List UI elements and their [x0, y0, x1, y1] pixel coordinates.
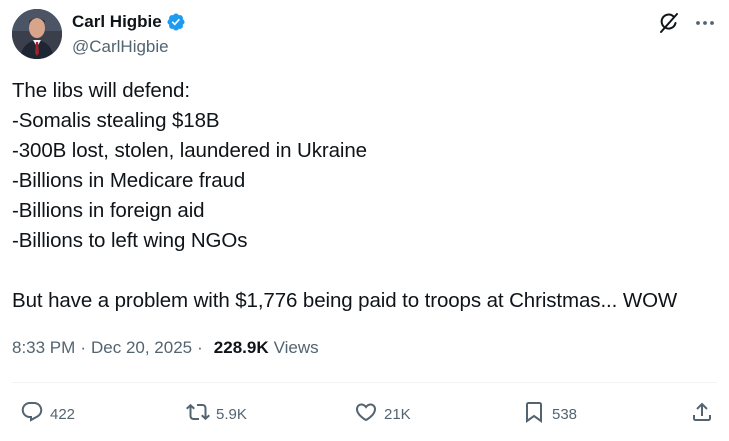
- tweet-line: But have a problem with $1,776 being pai…: [12, 289, 678, 312]
- author-handle[interactable]: @CarlHigbie: [72, 37, 186, 57]
- repost-icon: [186, 400, 210, 429]
- tweet-line: The libs will defend:: [12, 79, 190, 102]
- tweet-date[interactable]: Dec 20, 2025: [91, 338, 192, 358]
- reply-count: 422: [50, 405, 76, 423]
- display-name[interactable]: Carl Higbie: [72, 12, 162, 32]
- bookmark-button[interactable]: 538: [522, 399, 577, 429]
- divider: [12, 382, 717, 383]
- repost-count: 5.9K: [216, 405, 247, 423]
- like-button[interactable]: 21K: [354, 399, 411, 429]
- reply-icon: [20, 400, 44, 429]
- views-count: 228.9K: [213, 338, 269, 357]
- like-count: 21K: [384, 405, 411, 423]
- tweet-line: -Somalis stealing $18B: [12, 109, 220, 132]
- tweet-line: -Billions in Medicare fraud: [12, 169, 246, 192]
- reply-button[interactable]: 422: [20, 399, 75, 429]
- views-label: Views: [273, 338, 319, 357]
- bookmark-icon: [522, 400, 546, 429]
- repost-button[interactable]: 5.9K: [186, 399, 247, 429]
- verified-badge-icon: [166, 12, 186, 32]
- tweet-time[interactable]: 8:33 PM: [12, 338, 75, 358]
- share-icon: [690, 400, 714, 429]
- meta-separator: ·: [80, 338, 86, 357]
- tweet-meta: 8:33 PM · Dec 20, 2025 · 228.9K Views: [12, 338, 319, 358]
- top-actions: [657, 11, 717, 35]
- avatar[interactable]: [12, 9, 62, 59]
- more-icon[interactable]: [693, 11, 717, 35]
- author-names: Carl Higbie @CarlHigbie: [72, 11, 186, 57]
- name-row: Carl Higbie: [72, 11, 186, 33]
- heart-icon: [354, 400, 378, 429]
- grok-icon[interactable]: [657, 11, 681, 35]
- share-button[interactable]: [690, 399, 714, 429]
- tweet-line: -Billions to left wing NGOs: [12, 229, 248, 252]
- tweet-header: Carl Higbie @CarlHigbie: [12, 9, 717, 61]
- meta-separator: ·: [197, 338, 203, 357]
- tweet-text: The libs will defend: -Somalis stealing …: [12, 76, 721, 316]
- bookmark-count: 538: [552, 405, 578, 423]
- action-bar: 422 5.9K 21K 538: [12, 399, 717, 429]
- tweet-line: -Billions in foreign aid: [12, 199, 205, 222]
- tweet: Carl Higbie @CarlHigbie The libs will de…: [0, 0, 729, 441]
- tweet-line: -300B lost, stolen, laundered in Ukraine: [12, 139, 367, 162]
